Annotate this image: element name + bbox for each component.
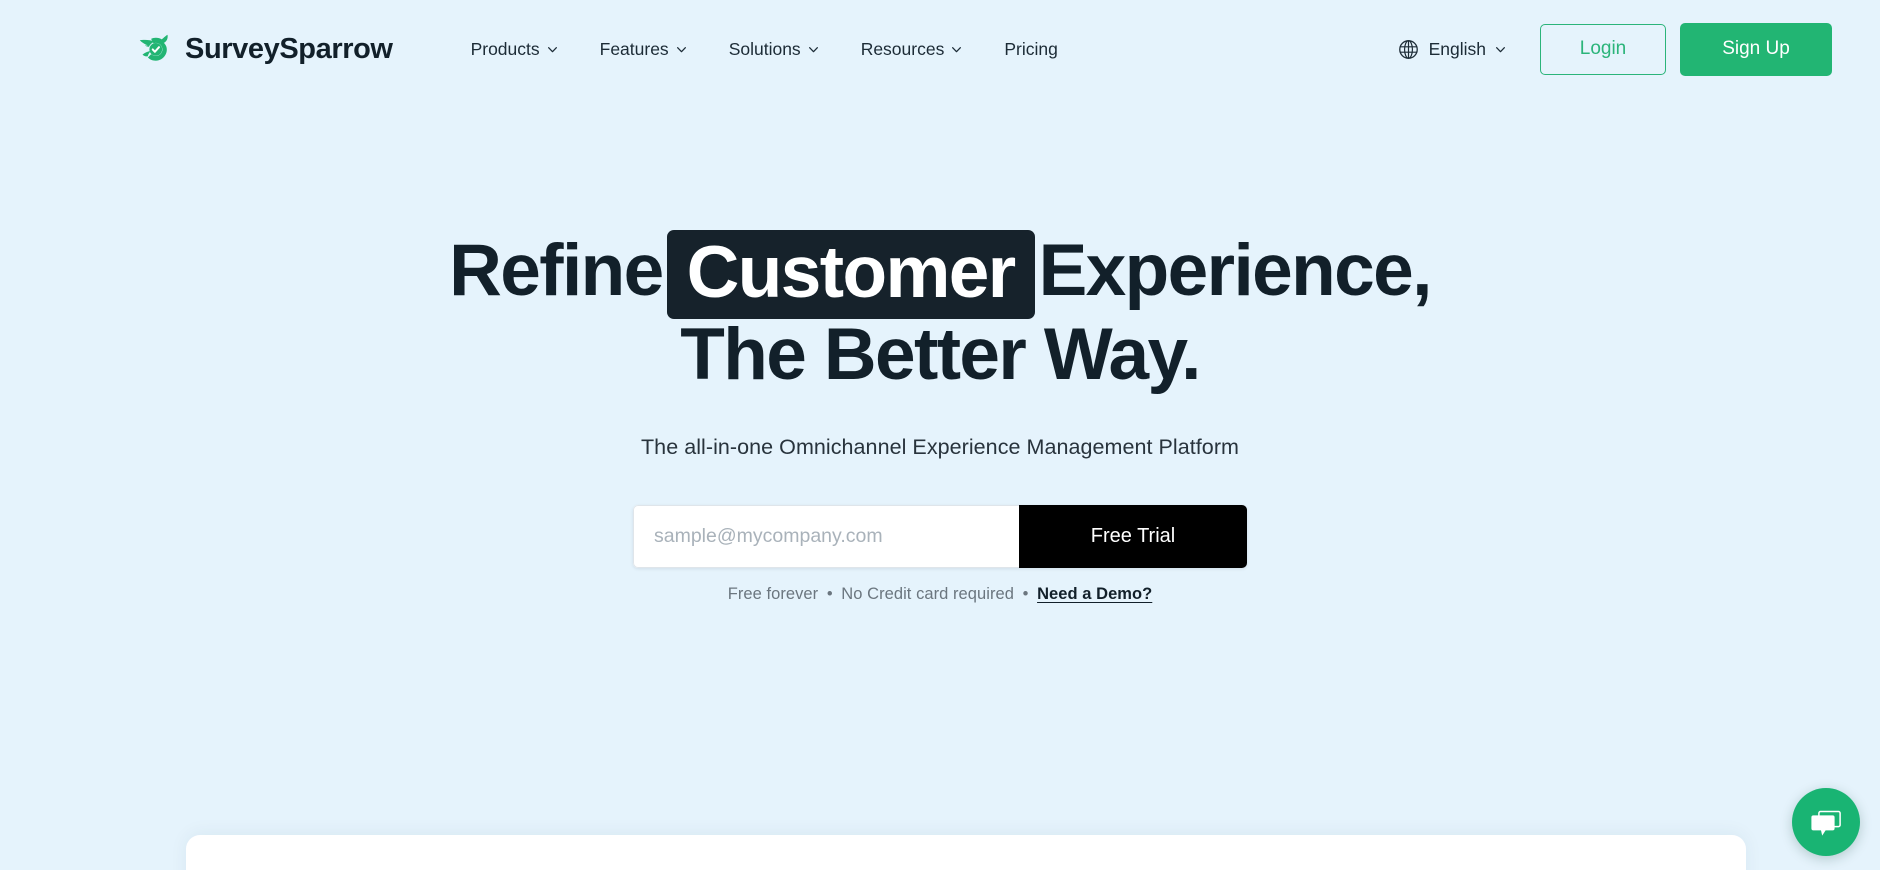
headline-highlight-customer: Customer [666,230,1035,320]
main-navigation: Products Features Solutions Resources Pr… [450,29,1079,70]
globe-icon [1397,38,1420,61]
nav-item-solutions[interactable]: Solutions [708,29,840,70]
content-card-panel [186,835,1746,870]
fineprint-separator: • [1022,585,1029,604]
nav-item-pricing[interactable]: Pricing [983,29,1079,70]
headline-word-experience: Experience, [1038,230,1433,311]
signup-form: Free Trial [633,505,1247,569]
nav-item-resources[interactable]: Resources [840,29,984,70]
nav-item-label: Resources [860,38,945,59]
header-actions: English Login Sign Up [1387,22,1832,76]
nav-item-features[interactable]: Features [579,29,708,70]
nav-item-label: Pricing [1004,38,1058,59]
nav-item-products[interactable]: Products [450,29,579,70]
language-label: English [1428,38,1486,59]
login-button[interactable]: Login [1540,23,1666,75]
chat-bubble-icon [1809,805,1843,839]
fineprint-no-credit-card: No Credit card required [841,585,1014,604]
chevron-down-icon [547,44,558,55]
nav-item-label: Features [599,38,669,59]
nav-item-label: Solutions [728,38,801,59]
signup-button[interactable]: Sign Up [1680,22,1832,76]
brand-logo[interactable]: SurveySparrow [136,30,393,68]
chevron-down-icon [676,44,687,55]
sparrow-check-logo-icon [136,30,174,68]
chevron-down-icon [808,44,819,55]
page-root: SurveySparrow Products Features Solution… [0,0,1880,870]
need-a-demo-link[interactable]: Need a Demo? [1037,585,1152,603]
email-input[interactable] [633,505,1019,569]
brand-name: SurveySparrow [185,32,393,65]
chevron-down-icon [1495,44,1506,55]
language-selector[interactable]: English [1387,30,1516,69]
page-title: Refine Customer Experience, The Better Way… [0,98,1880,392]
signup-fineprint: Free forever • No Credit card required •… [0,568,1880,604]
chevron-down-icon [951,44,962,55]
fineprint-free-forever: Free forever [727,585,819,604]
hero-section: Refine Customer Experience, The Better Way… [0,98,1880,604]
headline-word-refine: Refine [449,230,664,311]
chat-widget-button[interactable] [1792,788,1860,856]
headline-line-1: Refine Customer Experience, [0,228,1880,320]
hero-subheadline: The all-in-one Omnichannel Experience Ma… [641,435,1239,460]
headline-line-2: The Better Way. [680,314,1201,396]
free-trial-button[interactable]: Free Trial [1019,505,1247,569]
nav-item-label: Products [470,38,540,59]
fineprint-separator: • [826,585,833,604]
site-header: SurveySparrow Products Features Solution… [0,0,1880,98]
